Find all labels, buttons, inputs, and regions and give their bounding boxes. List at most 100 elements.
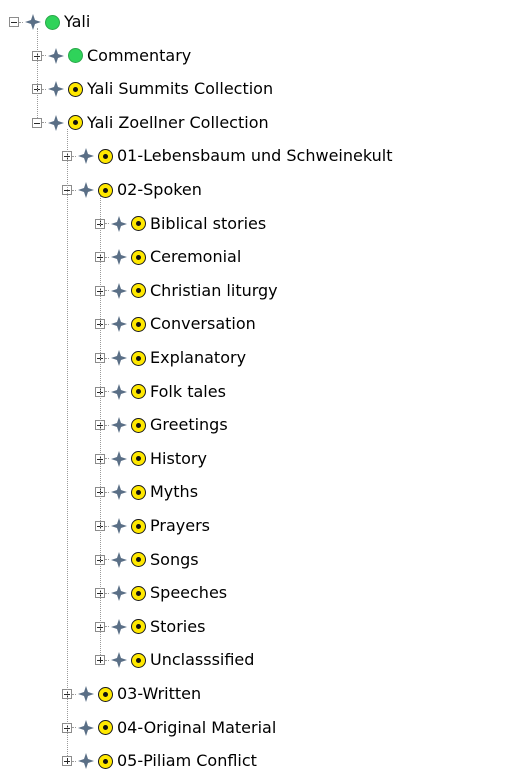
move-handle-icon[interactable] <box>111 652 127 669</box>
move-handle-icon[interactable] <box>111 450 127 467</box>
tree-node-label[interactable]: 05-Piliam Conflict <box>117 751 257 771</box>
move-handle-icon[interactable] <box>111 518 127 534</box>
yellow-status-icon <box>98 686 113 702</box>
tree-node-myths[interactable]: Myths <box>95 480 198 504</box>
tree-node-label[interactable]: Greetings <box>150 415 228 435</box>
yellow-status-icon <box>131 619 146 635</box>
tree-guide-line <box>37 28 38 118</box>
tree-node-label[interactable]: Christian liturgy <box>150 281 278 301</box>
tree-node-label[interactable]: Speeches <box>150 583 227 603</box>
move-handle-icon[interactable] <box>111 618 127 635</box>
tree-node-label[interactable]: 02-Spoken <box>117 180 202 200</box>
tree-node-yali-summits-collection[interactable]: Yali Summits Collection <box>32 77 273 101</box>
tree-node-speeches[interactable]: Speeches <box>95 581 227 605</box>
tree-node-label[interactable]: Unclasssified <box>150 650 254 670</box>
tree-node-greetings[interactable]: Greetings <box>95 413 228 437</box>
tree-node-label[interactable]: Explanatory <box>150 348 246 368</box>
yellow-status-icon <box>68 115 83 131</box>
tree-node-stories[interactable]: Stories <box>95 615 205 639</box>
tree-node-folk-tales[interactable]: Folk tales <box>95 380 226 404</box>
tree-node-label[interactable]: Commentary <box>87 46 191 66</box>
tree-node-label[interactable]: Myths <box>150 482 198 502</box>
tree-node-commentary[interactable]: Commentary <box>32 44 191 68</box>
tree-node-label[interactable]: Yali Summits Collection <box>87 79 273 99</box>
move-handle-icon[interactable] <box>111 316 127 333</box>
tree-node-label[interactable]: 03-Written <box>117 684 201 704</box>
move-handle-icon[interactable] <box>111 551 127 568</box>
tree-guide-line <box>67 128 68 757</box>
tree-connector <box>105 659 109 661</box>
move-handle-icon[interactable] <box>111 585 127 602</box>
tree-connector <box>42 122 46 124</box>
collapse-toggle-icon[interactable] <box>9 17 19 27</box>
yellow-status-icon <box>98 148 113 164</box>
tree-node-label[interactable]: 01-Lebensbaum und Schweinekult <box>117 146 392 166</box>
yellow-status-icon <box>131 417 146 433</box>
move-handle-icon[interactable] <box>78 719 94 736</box>
tree-node-biblical-stories[interactable]: Biblical stories <box>95 212 266 236</box>
yellow-status-icon <box>131 249 146 265</box>
tree-node-label[interactable]: Songs <box>150 550 199 570</box>
tree-connector <box>19 21 23 23</box>
tree-node-05-piliam-conflict[interactable]: 05-Piliam Conflict <box>62 749 257 773</box>
tree-node-songs[interactable]: Songs <box>95 548 199 572</box>
move-handle-icon[interactable] <box>111 249 127 266</box>
tree-node-label[interactable]: Conversation <box>150 314 256 334</box>
tree-node-label[interactable]: Ceremonial <box>150 247 241 267</box>
tree-node-label[interactable]: Biblical stories <box>150 214 266 234</box>
tree-connector <box>105 391 109 393</box>
tree-node-04-original-material[interactable]: 04-Original Material <box>62 716 276 740</box>
tree-node-label[interactable]: Prayers <box>150 516 210 536</box>
move-handle-icon[interactable] <box>48 81 64 98</box>
tree-connector <box>105 626 109 628</box>
tree-node-label[interactable]: Yali Zoellner Collection <box>87 113 269 133</box>
tree-node-label[interactable]: Stories <box>150 617 205 637</box>
move-handle-icon[interactable] <box>48 47 64 64</box>
tree-connector <box>105 223 109 225</box>
tree-node-yali[interactable]: Yali <box>9 10 90 34</box>
collapse-toggle-icon[interactable] <box>32 117 42 128</box>
tree-node-conversation[interactable]: Conversation <box>95 312 256 336</box>
tree-node-label[interactable]: 04-Original Material <box>117 718 276 738</box>
yellow-status-icon <box>131 384 146 400</box>
expand-toggle-icon[interactable] <box>62 756 72 767</box>
tree-node-01-lebensbaum-und-schweinekult[interactable]: 01-Lebensbaum und Schweinekult <box>62 144 392 168</box>
tree-node-unclasssified[interactable]: Unclasssified <box>95 648 254 672</box>
move-handle-icon[interactable] <box>78 686 94 702</box>
move-handle-icon[interactable] <box>48 114 64 131</box>
tree-node-label[interactable]: Folk tales <box>150 382 226 402</box>
yellow-status-icon <box>131 552 146 568</box>
tree-node-christian-liturgy[interactable]: Christian liturgy <box>95 279 278 303</box>
yellow-status-icon <box>131 283 146 299</box>
tree-node-history[interactable]: History <box>95 447 207 471</box>
tree-connector <box>105 458 109 460</box>
tree-connector <box>72 155 76 157</box>
move-handle-icon[interactable] <box>78 753 94 770</box>
tree-connector <box>42 55 46 57</box>
tree-node-explanatory[interactable]: Explanatory <box>95 346 246 370</box>
tree-guide-line <box>100 196 101 656</box>
move-handle-icon[interactable] <box>111 282 127 299</box>
move-handle-icon[interactable] <box>111 484 127 501</box>
expand-toggle-icon[interactable] <box>95 655 105 666</box>
tree-node-label[interactable]: Yali <box>64 12 90 32</box>
tree-connector <box>105 559 109 561</box>
tree-node-prayers[interactable]: Prayers <box>95 514 210 538</box>
tree-node-label[interactable]: History <box>150 449 207 469</box>
yellow-status-icon <box>131 451 146 467</box>
move-handle-icon[interactable] <box>111 350 127 366</box>
tree-node-03-written[interactable]: 03-Written <box>62 682 201 706</box>
tree-node-02-spoken[interactable]: 02-Spoken <box>62 178 202 202</box>
tree-connector <box>105 323 109 325</box>
move-handle-icon[interactable] <box>25 14 41 30</box>
tree-connector <box>105 525 109 527</box>
yellow-status-icon <box>98 753 113 769</box>
tree-node-ceremonial[interactable]: Ceremonial <box>95 245 241 269</box>
move-handle-icon[interactable] <box>111 215 127 232</box>
green-status-icon <box>68 48 83 64</box>
move-handle-icon[interactable] <box>111 417 127 434</box>
move-handle-icon[interactable] <box>78 182 94 198</box>
green-status-icon <box>45 14 60 30</box>
move-handle-icon[interactable] <box>78 148 94 165</box>
move-handle-icon[interactable] <box>111 383 127 400</box>
